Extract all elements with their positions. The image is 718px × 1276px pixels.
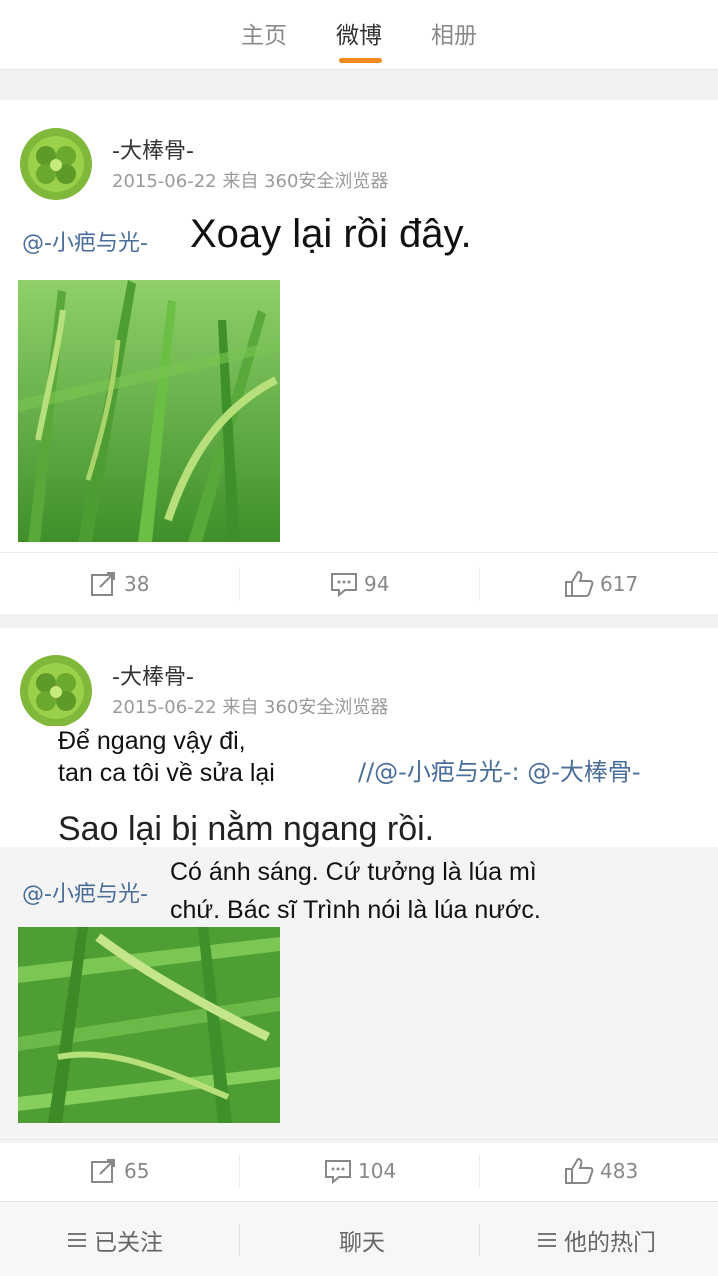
repost-icon: [91, 572, 115, 596]
caption-overlay: Xoay lại rồi đây.: [190, 212, 472, 256]
comment-button[interactable]: 94: [330, 553, 389, 615]
translation-overlay-line: Để ngang vậy đi,: [58, 727, 246, 755]
repost-icon: [91, 1159, 115, 1183]
like-count: 617: [600, 572, 639, 596]
chat-label: 聊天: [339, 1229, 385, 1256]
rice-plant-photo[interactable]: [18, 927, 280, 1123]
comment-count: 94: [364, 572, 390, 596]
bottom-nav: 已关注 聊天 他的热门: [0, 1201, 718, 1276]
like-button[interactable]: 483: [564, 1140, 638, 1202]
repost-count: 65: [124, 1159, 150, 1183]
comment-button[interactable]: 104: [324, 1140, 396, 1202]
post-meta: 2015-06-22 来自 360安全浏览器: [112, 171, 389, 192]
tab-weibo[interactable]: 微博: [336, 16, 382, 50]
mention-link[interactable]: @-小疤与光-: [22, 876, 148, 908]
weibo-post: -大棒骨- 2015-06-22 来自 360安全浏览器 @-小疤与光- Xoa…: [0, 100, 718, 614]
repost-button[interactable]: 38: [90, 553, 149, 615]
mention-link[interactable]: @-小疤与光-: [22, 225, 148, 257]
tab-home[interactable]: 主页: [241, 16, 287, 50]
post-action-bar: 65 104 483: [0, 1139, 718, 1201]
post-action-bar: 38 94 617: [0, 552, 718, 614]
comment-count: 104: [358, 1159, 397, 1183]
author-name[interactable]: -大棒骨-: [112, 659, 194, 691]
active-tab-indicator: [339, 58, 382, 63]
post-meta: 2015-06-22 来自 360安全浏览器: [112, 697, 389, 718]
tab-album[interactable]: 相册: [431, 16, 477, 50]
profile-tab-bar: 主页 微博 相册: [0, 0, 718, 70]
translation-overlay-line: Có ánh sáng. Cứ tưởng là lúa mì: [170, 858, 537, 886]
menu-icon: [68, 1229, 86, 1251]
author-name[interactable]: -大棒骨-: [112, 133, 194, 165]
following-button[interactable]: 已关注: [68, 1202, 163, 1276]
hot-posts-label: 他的热门: [564, 1229, 656, 1256]
like-button[interactable]: 617: [564, 553, 638, 615]
avatar[interactable]: [20, 128, 92, 200]
caption-overlay: Sao lại bị nằm ngang rồi.: [58, 810, 435, 848]
comment-icon: [325, 1160, 351, 1184]
comment-icon: [331, 573, 357, 597]
weibo-post: -大棒骨- 2015-06-22 来自 360安全浏览器 Để ngang vậ…: [0, 628, 718, 1201]
chat-button[interactable]: 聊天: [339, 1202, 385, 1276]
hot-posts-button[interactable]: 他的热门: [538, 1202, 656, 1276]
repost-count: 38: [124, 572, 150, 596]
menu-icon: [538, 1229, 556, 1251]
translation-overlay-line: tan ca tôi về sửa lại: [58, 759, 275, 787]
translation-overlay-line: chứ. Bác sĩ Trình nói là lúa nước.: [170, 896, 541, 924]
following-label: 已关注: [94, 1229, 163, 1256]
repost-chain-link[interactable]: //@-小疤与光-: @-大棒骨-: [358, 752, 641, 787]
like-icon: [565, 570, 594, 597]
avatar[interactable]: [20, 655, 92, 727]
like-count: 483: [600, 1159, 639, 1183]
repost-button[interactable]: 65: [90, 1140, 149, 1202]
like-icon: [565, 1157, 594, 1184]
rice-plant-photo[interactable]: [18, 280, 280, 542]
